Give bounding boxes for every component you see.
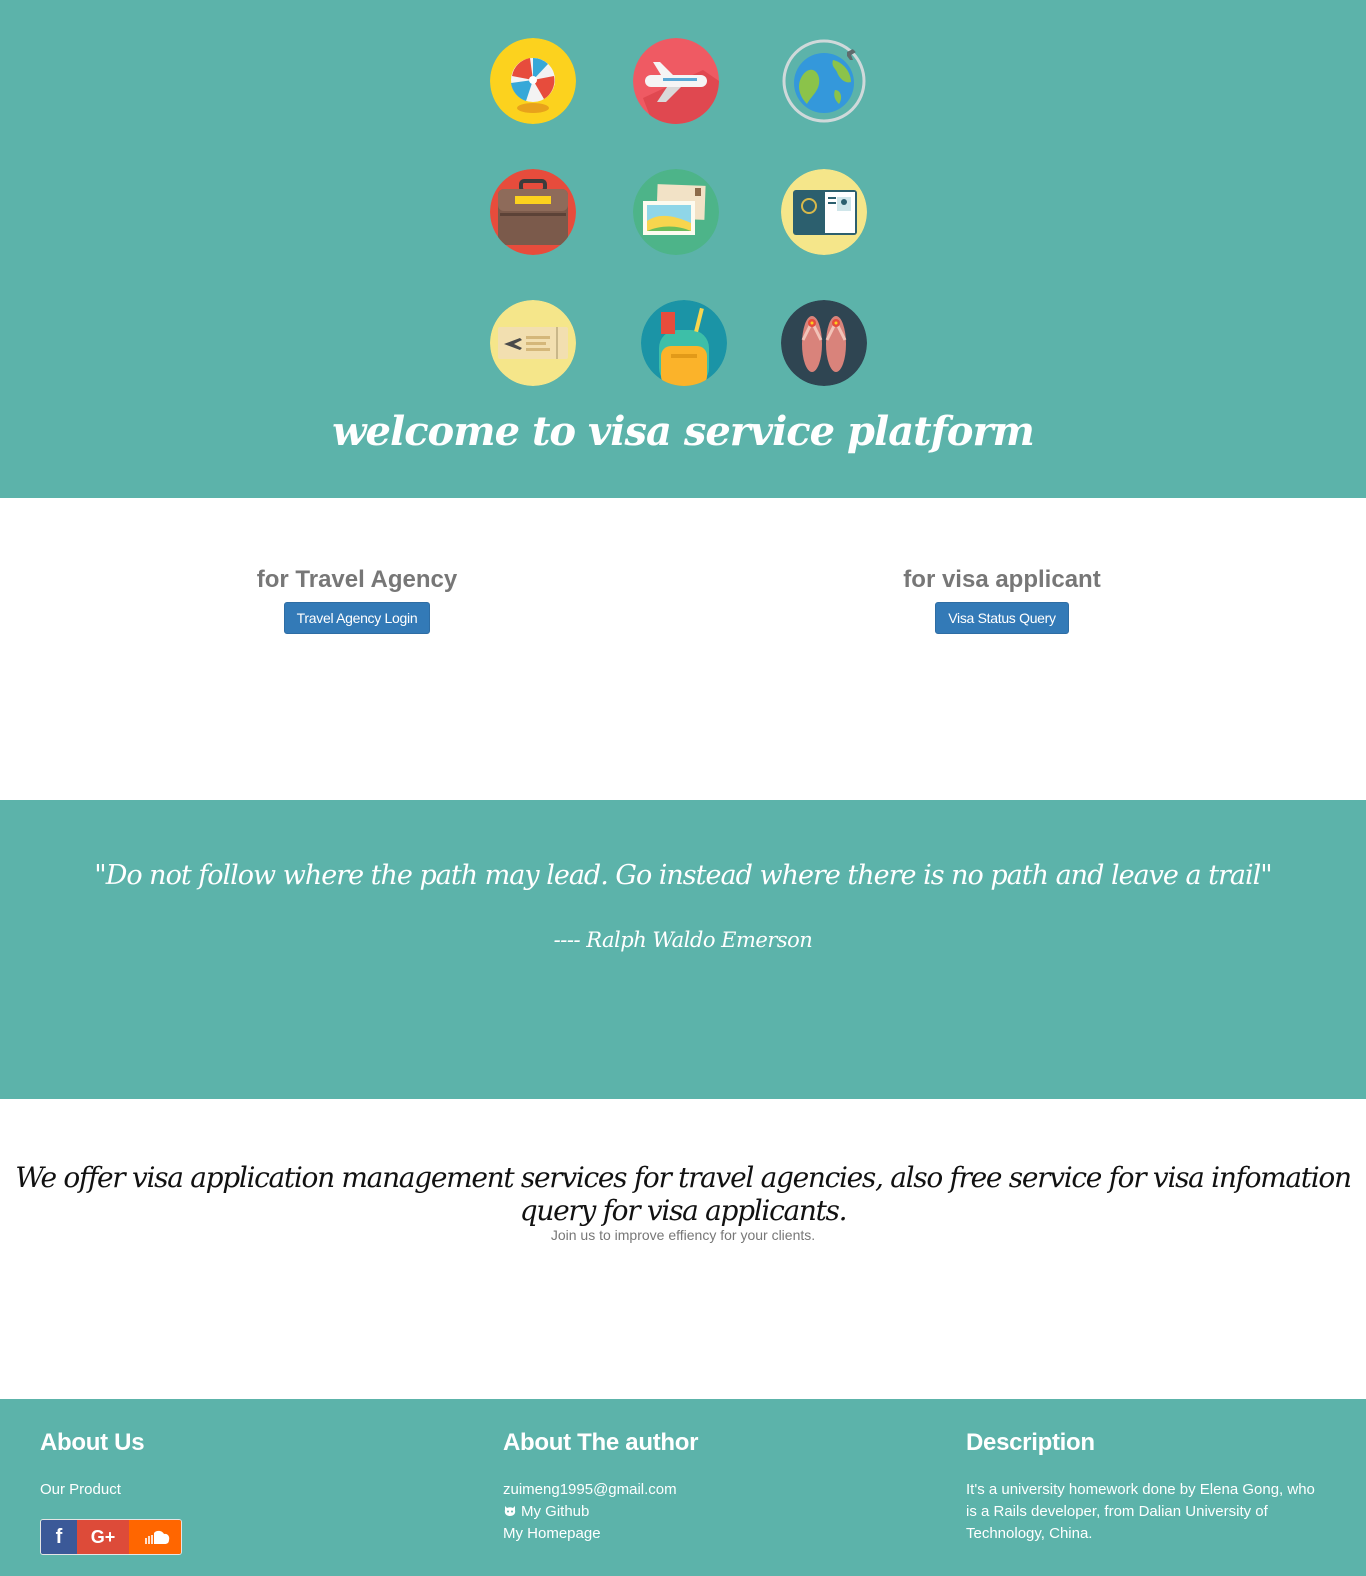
backpack-icon [641, 300, 727, 386]
about-us-heading: About Us [40, 1429, 145, 1456]
visa-applicant-heading: for visa applicant [903, 566, 1101, 593]
service-description: We offer visa application management ser… [15, 1161, 1352, 1227]
travel-agency-column: for Travel Agency Travel Agency Login [157, 566, 557, 634]
globe-icon [781, 38, 867, 124]
github-icon [503, 1501, 517, 1523]
hero-title: welcome to visa service platform [332, 408, 1035, 455]
cta-section: for Travel Agency Travel Agency Login fo… [0, 498, 1366, 800]
about-author-heading: About The author [503, 1429, 699, 1456]
footer: About Us Our Product f G+ About The auth… [0, 1399, 1366, 1576]
footer-about-us: About Us Our Product [40, 1429, 440, 1501]
postcard-icon [633, 169, 719, 255]
homepage-link[interactable]: My Homepage [503, 1523, 903, 1545]
travel-agency-login-button[interactable]: Travel Agency Login [283, 602, 431, 634]
quote-section: "Do not follow where the path may lead. … [0, 800, 1366, 1099]
visa-applicant-column: for visa applicant Visa Status Query [802, 566, 1202, 634]
about-section: We offer visa application management ser… [0, 1099, 1366, 1399]
passport-icon [781, 169, 867, 255]
author-email-link[interactable]: zuimeng1995@gmail.com [503, 1479, 903, 1501]
footer-about-author: About The author zuimeng1995@gmail.com M… [503, 1429, 903, 1545]
social-buttons: f G+ [40, 1519, 182, 1555]
suitcase-icon [490, 169, 576, 255]
description-heading: Description [966, 1429, 1095, 1456]
visa-status-query-button[interactable]: Visa Status Query [935, 602, 1069, 634]
github-label: My Github [521, 1503, 590, 1520]
travel-agency-heading: for Travel Agency [256, 566, 458, 593]
description-text: It's a university homework done by Elena… [966, 1481, 1315, 1542]
beach-ball-icon [490, 38, 576, 124]
boarding-pass-icon [490, 300, 576, 386]
hero-section: welcome to visa service platform [0, 0, 1366, 498]
quote-text: "Do not follow where the path may lead. … [94, 860, 1272, 891]
github-link[interactable]: My Github [503, 1501, 903, 1523]
footer-description: Description It's a university homework d… [966, 1429, 1326, 1545]
google-plus-icon[interactable]: G+ [77, 1520, 129, 1554]
join-us-text: Join us to improve effiency for your cli… [550, 1227, 816, 1243]
airplane-icon [633, 38, 719, 124]
soundcloud-icon[interactable] [129, 1520, 181, 1554]
quote-author: ---- Ralph Waldo Emerson [553, 928, 813, 952]
our-product-link[interactable]: Our Product [40, 1479, 440, 1501]
flip-flops-icon [781, 300, 867, 386]
facebook-icon[interactable]: f [41, 1520, 77, 1554]
